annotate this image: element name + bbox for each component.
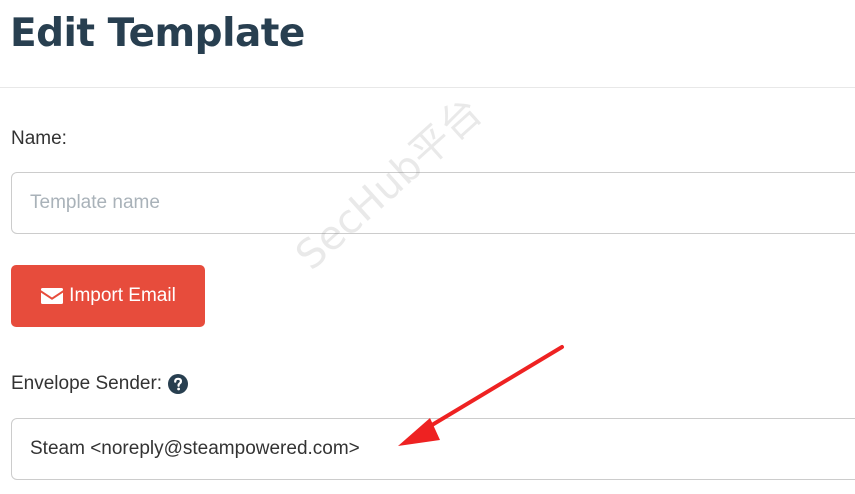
header-divider: [0, 87, 855, 88]
import-email-button[interactable]: Import Email: [11, 265, 205, 327]
template-name-input[interactable]: [11, 172, 855, 234]
name-label: Name:: [11, 128, 67, 149]
question-circle-icon[interactable]: [168, 374, 189, 394]
edit-template-page: Edit Template Name: Import Email Envelop…: [0, 0, 855, 494]
envelope-sender-label: Envelope Sender:: [11, 373, 163, 394]
page-title: Edit Template: [10, 11, 305, 56]
import-email-label: Import Email: [69, 285, 176, 306]
envelope-icon: [41, 288, 64, 304]
envelope-sender-label-row: Envelope Sender:: [11, 372, 189, 396]
envelope-sender-input[interactable]: [11, 418, 855, 480]
